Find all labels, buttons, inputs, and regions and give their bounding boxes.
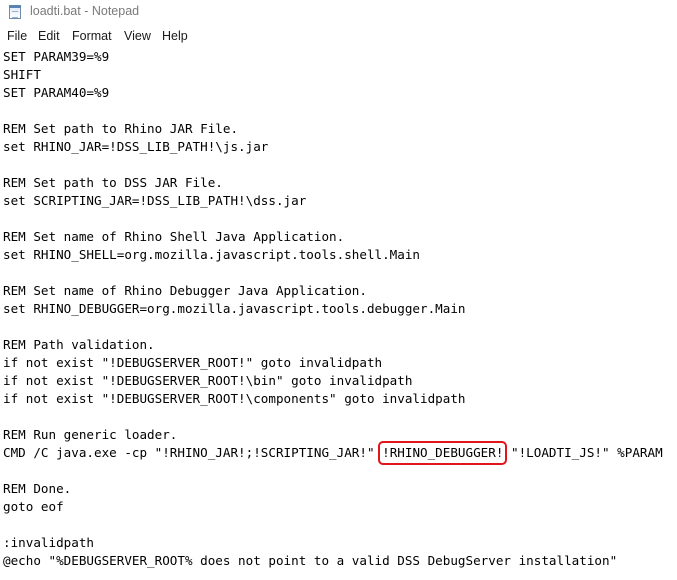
menu-help[interactable]: Help xyxy=(162,29,188,43)
code-line: :invalidpath xyxy=(3,535,94,550)
code-line: if not exist "!DEBUGSERVER_ROOT!" goto i… xyxy=(3,355,383,370)
code-line: set RHINO_DEBUGGER=org.mozilla.javascrip… xyxy=(3,301,466,316)
code-line: SET PARAM39=%9 xyxy=(3,49,110,64)
code-line: if not exist "!DEBUGSERVER_ROOT!\compone… xyxy=(3,391,466,406)
code-line: REM Set path to DSS JAR File. xyxy=(3,175,223,190)
cmd-line-start: CMD /C java.exe -cp "!RHINO_JAR!;!SCRIPT… xyxy=(3,445,383,460)
code-line: REM Path validation. xyxy=(3,337,155,352)
code-line: @echo "%DEBUGSERVER_ROOT% does not point… xyxy=(3,553,618,568)
code-line: REM Run generic loader. xyxy=(3,427,178,442)
code-line: set RHINO_SHELL=org.mozilla.javascript.t… xyxy=(3,247,421,262)
code-line: set RHINO_JAR=!DSS_LIB_PATH!\js.jar xyxy=(3,139,269,154)
code-line: REM Set name of Rhino Shell Java Applica… xyxy=(3,229,345,244)
menu-format[interactable]: Format xyxy=(72,29,112,43)
title-bar: loadti.bat - Notepad xyxy=(0,0,677,25)
menu-view[interactable]: View xyxy=(124,29,151,43)
code-line: REM Done. xyxy=(3,481,72,496)
notepad-icon xyxy=(9,5,21,19)
menu-file[interactable]: File xyxy=(7,29,27,43)
menu-bar: File Edit Format View Help xyxy=(0,26,677,46)
code-line: SET PARAM40=%9 xyxy=(3,85,110,100)
code-line: SHIFT xyxy=(3,67,41,82)
window-title: loadti.bat - Notepad xyxy=(30,4,140,18)
text-editor[interactable]: SET PARAM39=%9 SHIFT SET PARAM40=%9 REM … xyxy=(0,46,677,580)
menu-edit[interactable]: Edit xyxy=(38,29,60,43)
code-line: set SCRIPTING_JAR=!DSS_LIB_PATH!\dss.jar xyxy=(3,193,307,208)
cmd-line-end: "!LOADTI_JS!" %PARAM xyxy=(503,445,663,460)
code-line: if not exist "!DEBUGSERVER_ROOT!\bin" go… xyxy=(3,373,413,388)
highlighted-rhino-debugger: !RHINO_DEBUGGER! xyxy=(378,441,508,465)
code-line: REM Set name of Rhino Debugger Java Appl… xyxy=(3,283,367,298)
code-line: goto eof xyxy=(3,499,64,514)
cmd-line: CMD /C java.exe -cp "!RHINO_JAR!;!SCRIPT… xyxy=(3,441,663,465)
code-line: REM Set path to Rhino JAR File. xyxy=(3,121,239,136)
